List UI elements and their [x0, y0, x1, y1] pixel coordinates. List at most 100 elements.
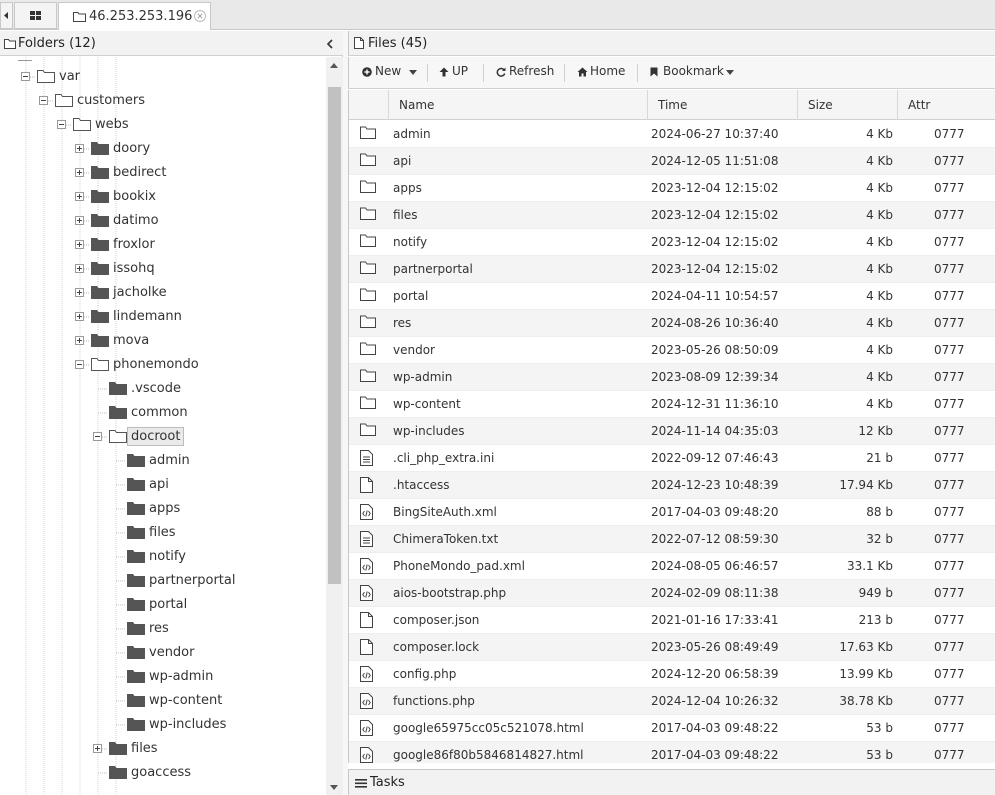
table-row[interactable]: notify 2023-12-04 12:15:02 4 Kb 0777	[349, 229, 995, 256]
tree-node-admin[interactable]: admin	[111, 450, 300, 472]
table-row[interactable]: partnerportal 2023-12-04 12:15:02 4 Kb 0777	[349, 256, 995, 283]
collapse-icon[interactable]	[93, 432, 102, 441]
tree-node-vscode[interactable]: .vscode	[93, 378, 300, 400]
tree-node-issohq[interactable]: issohq	[75, 258, 300, 280]
expand-icon[interactable]	[75, 216, 84, 225]
expand-icon[interactable]	[75, 288, 84, 297]
expand-icon[interactable]	[75, 240, 84, 249]
tree-node-files[interactable]: files	[93, 738, 300, 760]
table-row[interactable]: .cli_php_extra.ini 2022-09-12 07:46:43 21 …	[349, 445, 995, 472]
scroll-up-icon[interactable]	[330, 63, 338, 68]
file-time: 2024-12-05 11:51:08	[651, 154, 779, 168]
tree-node-customers[interactable]: customers	[39, 90, 300, 112]
column-header-attr[interactable]: Attr	[898, 90, 995, 120]
home-button[interactable]: Home	[577, 64, 627, 82]
file-time: 2023-12-04 12:15:02	[651, 208, 779, 222]
tab-host[interactable]: 46.253.253.196	[58, 2, 211, 30]
table-row[interactable]: composer.lock 2023-05-26 08:49:49 17.63 Kb…	[349, 634, 995, 661]
tree-node-bookix[interactable]: bookix	[75, 186, 300, 208]
column-header-size[interactable]: Size	[798, 90, 898, 120]
tree-node-phonemondo[interactable]: phonemondo	[75, 354, 300, 376]
tree-node-common[interactable]: common	[93, 402, 300, 424]
tree-node-var[interactable]: var	[21, 66, 300, 88]
folder-open-icon	[37, 69, 55, 83]
table-row[interactable]: wp-content 2024-12-31 11:36:10 4 Kb 0777	[349, 391, 995, 418]
tree-node-webs[interactable]: webs	[57, 114, 300, 136]
close-tab-icon[interactable]	[194, 10, 206, 22]
tree-node-wp-content[interactable]: wp-content	[111, 690, 300, 712]
expand-icon[interactable]	[93, 744, 102, 753]
folder-icon	[127, 525, 145, 539]
file-name: res	[393, 316, 412, 330]
tree-node-res[interactable]: res	[111, 618, 300, 640]
scrollbar-thumb[interactable]	[328, 87, 341, 584]
table-row[interactable]: google86f80b5846814827.html 2017-04-03 09…	[349, 742, 995, 763]
tree-node-lindemann[interactable]: lindemann	[75, 306, 300, 328]
tree-node-bedirect[interactable]: bedirect	[75, 162, 300, 184]
file-size: 4 Kb	[866, 181, 893, 195]
expand-icon[interactable]	[75, 312, 84, 321]
tab-apps[interactable]	[14, 2, 57, 29]
table-row[interactable]: aios-bootstrap.php 2024-02-09 08:11:38 949…	[349, 580, 995, 607]
expand-icon[interactable]	[75, 264, 84, 273]
table-row[interactable]: apps 2023-12-04 12:15:02 4 Kb 0777	[349, 175, 995, 202]
table-row[interactable]: PhoneMondo_pad.xml 2024-08-05 06:46:57 33.…	[349, 553, 995, 580]
tree-node-mova[interactable]: mova	[75, 330, 300, 352]
tree-node-wp-admin[interactable]: wp-admin	[111, 666, 300, 688]
file-attr: 0777	[934, 559, 965, 573]
collapse-icon[interactable]	[21, 72, 30, 81]
tree-node-docroot[interactable]: docroot	[93, 426, 300, 448]
expand-icon[interactable]	[75, 192, 84, 201]
tree-node-portal[interactable]: portal	[111, 594, 300, 616]
tree-node-files[interactable]: files	[111, 522, 300, 544]
table-row[interactable]: wp-admin 2023-08-09 12:39:34 4 Kb 0777	[349, 364, 995, 391]
collapse-icon[interactable]	[75, 360, 84, 369]
table-row[interactable]: wp-includes 2024-11-14 04:35:03 12 Kb 0777	[349, 418, 995, 445]
new-button[interactable]: New	[362, 64, 418, 82]
table-row[interactable]: ChimeraToken.txt 2022-07-12 08:59:30 32 b 0…	[349, 526, 995, 553]
refresh-button[interactable]: Refresh	[496, 64, 556, 82]
column-header-name[interactable]: Name	[389, 90, 648, 120]
tree-node-notify[interactable]: notify	[111, 546, 300, 568]
tab-scroll-left-button[interactable]	[0, 2, 13, 29]
table-row[interactable]: config.php 2024-12-20 06:58:39 13.99 Kb 077…	[349, 661, 995, 688]
tree-node-froxlor[interactable]: froxlor	[75, 234, 300, 256]
files-grid: Name Time Size Attr admin 2024-06-27 10:3…	[348, 90, 995, 763]
table-row[interactable]: .htaccess 2024-12-23 10:48:39 17.94 Kb 0777	[349, 472, 995, 499]
tree-node-wp-includes[interactable]: wp-includes	[111, 714, 300, 736]
column-header-time[interactable]: Time	[648, 90, 798, 120]
expand-icon[interactable]	[75, 336, 84, 345]
tree-node-vendor[interactable]: vendor	[111, 642, 300, 664]
bookmark-button[interactable]: Bookmark	[650, 64, 738, 82]
table-row[interactable]: files 2023-12-04 12:15:02 4 Kb 0777	[349, 202, 995, 229]
code-file-icon	[360, 585, 373, 601]
tree-node-goaccess[interactable]: goaccess	[93, 762, 300, 784]
table-row[interactable]: vendor 2023-05-26 08:50:09 4 Kb 0777	[349, 337, 995, 364]
table-row[interactable]: functions.php 2024-12-04 10:26:32 38.78 Kb…	[349, 688, 995, 715]
collapse-icon[interactable]	[39, 96, 48, 105]
tree-node-jacholke[interactable]: jacholke	[75, 282, 300, 304]
table-row[interactable]: google65975cc05c521078.html 2017-04-03 09…	[349, 715, 995, 742]
scroll-down-icon[interactable]	[330, 785, 338, 790]
tree-node-doory[interactable]: doory	[75, 138, 300, 160]
tasks-panel-header[interactable]: Tasks	[348, 769, 995, 795]
table-row[interactable]: portal 2024-04-11 10:54:57 4 Kb 0777	[349, 283, 995, 310]
table-row[interactable]: admin 2024-06-27 10:37:40 4 Kb 0777	[349, 121, 995, 148]
expand-icon[interactable]	[75, 144, 84, 153]
up-button[interactable]: UP	[439, 64, 471, 82]
table-row[interactable]: res 2024-08-26 10:36:40 4 Kb 0777	[349, 310, 995, 337]
table-row[interactable]: api 2024-12-05 11:51:08 4 Kb 0777	[349, 148, 995, 175]
folder-icon	[109, 765, 127, 779]
table-row[interactable]: composer.json 2021-01-16 17:33:41 213 b 077…	[349, 607, 995, 634]
tree-node-partnerportal[interactable]: partnerportal	[111, 570, 300, 592]
tree-node-apps[interactable]: apps	[111, 498, 300, 520]
tree-scrollbar[interactable]	[326, 57, 343, 795]
folder-icon	[91, 309, 109, 323]
collapse-panel-icon[interactable]	[325, 39, 335, 49]
table-row[interactable]: BingSiteAuth.xml 2017-04-03 09:48:20 88 b 0…	[349, 499, 995, 526]
collapse-icon[interactable]	[57, 120, 66, 129]
tree-node-datimo[interactable]: datimo	[75, 210, 300, 232]
tree-node-api[interactable]: api	[111, 474, 300, 496]
expand-icon[interactable]	[75, 168, 84, 177]
file-size: 13.99 Kb	[839, 667, 893, 681]
